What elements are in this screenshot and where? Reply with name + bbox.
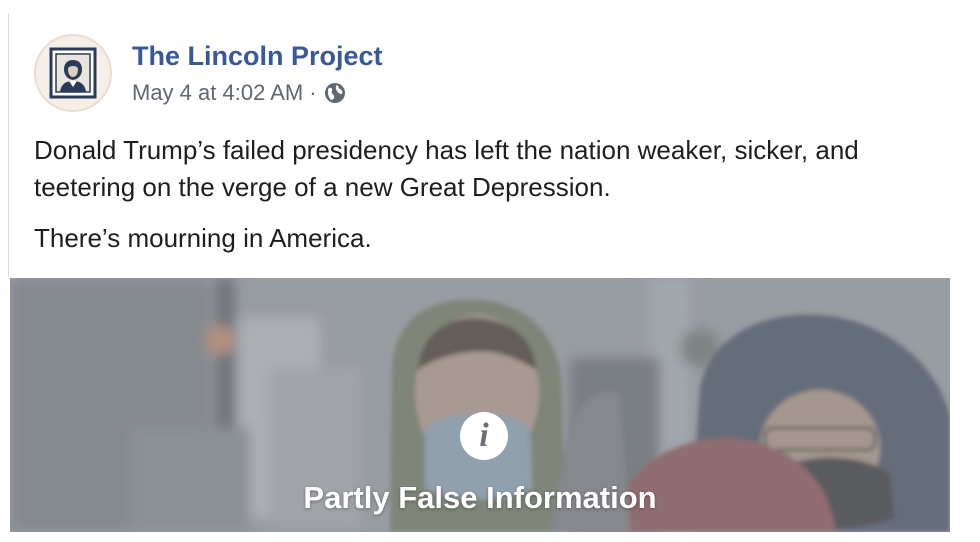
post-body: Donald Trump’s failed presidency has lef…: [34, 132, 934, 271]
post-paragraph: There’s mourning in America.: [34, 223, 372, 253]
info-icon: i: [460, 412, 508, 460]
meta-separator: ·: [309, 80, 317, 105]
facebook-post: The Lincoln Project May 4 at 4:02 AM · D…: [0, 0, 980, 542]
info-glyph: i: [479, 417, 489, 454]
card-border: [8, 14, 9, 276]
blurred-video-thumbnail[interactable]: i Partly False Information: [10, 278, 950, 532]
post-meta: The Lincoln Project May 4 at 4:02 AM ·: [132, 40, 383, 106]
post-header: The Lincoln Project May 4 at 4:02 AM ·: [34, 34, 383, 114]
fact-check-label: Partly False Information: [303, 480, 657, 515]
page-name-link[interactable]: The Lincoln Project: [132, 40, 383, 72]
timestamp-row: May 4 at 4:02 AM ·: [132, 80, 383, 106]
post-timestamp[interactable]: May 4 at 4:02 AM: [132, 80, 303, 106]
page-avatar[interactable]: [34, 34, 112, 112]
lincoln-portrait-icon: [49, 47, 97, 99]
post-paragraph: Donald Trump’s failed presidency has lef…: [34, 135, 859, 202]
globe-icon[interactable]: [323, 81, 347, 105]
